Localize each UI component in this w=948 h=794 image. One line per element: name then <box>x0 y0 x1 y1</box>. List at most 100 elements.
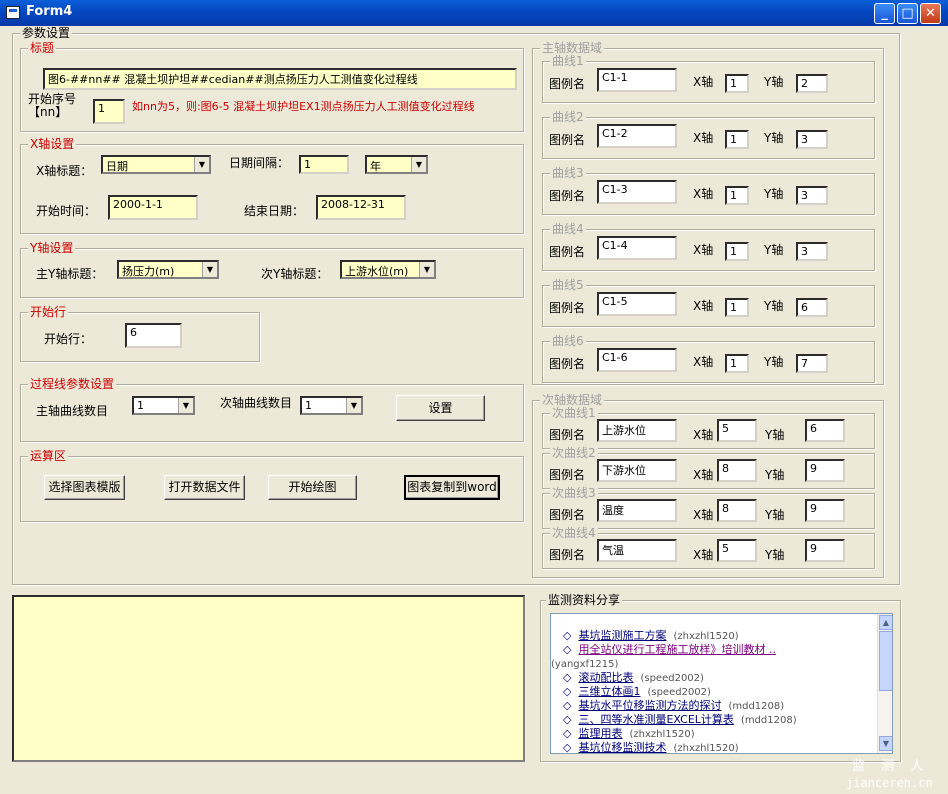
share-group: 监测资料分享 ◇ 基坑监测施工方案 (zhxzhl1520) ◇ 用全站仪进行工程… <box>540 593 901 762</box>
legend-name-input[interactable]: C1-3 <box>597 180 677 204</box>
x-col-input[interactable]: 1 <box>725 298 749 317</box>
y-col-input[interactable]: 3 <box>796 242 828 261</box>
chevron-down-icon[interactable]: ▼ <box>194 157 209 172</box>
x-col-input[interactable]: 1 <box>725 242 749 261</box>
main-y-title-combo[interactable]: 扬压力(m) ▼ <box>117 260 219 279</box>
y-axis-legend: Y轴设置 <box>28 241 76 255</box>
setup-button[interactable]: 设置 <box>396 395 485 421</box>
x-col-label: X轴 <box>693 508 714 522</box>
sub-curve-group: 次曲线4 图例名 气温 X轴 5 Y轴 9 <box>542 526 875 569</box>
maximize-icon[interactable]: □ <box>897 3 918 24</box>
main-axis-legend: 主轴数据域 <box>540 41 605 55</box>
x-col-input[interactable]: 8 <box>717 459 757 482</box>
y-col-label: Y轴 <box>764 131 784 145</box>
sub-curve-legend: 次曲线1 <box>550 406 598 420</box>
minimize-icon[interactable]: _ <box>874 3 895 24</box>
y-col-input[interactable]: 3 <box>796 186 828 205</box>
sub-curve-legend: 次曲线4 <box>550 526 598 540</box>
legend-name-input[interactable]: 气温 <box>597 539 677 562</box>
share-list-item[interactable]: ◇ 用全站仪进行工程施工放样》培训教材 .. (yangxf1215) <box>551 641 776 670</box>
share-item-title[interactable]: 用全站仪进行工程施工放样》培训教材 .. <box>578 643 776 656</box>
compute-group: 运算区 选择图表模版 打开数据文件 开始绘图 图表复制到word <box>20 449 524 522</box>
nn-label: 【nn】 <box>28 105 68 119</box>
date-interval-input[interactable]: 1 <box>299 155 349 174</box>
legend-name-input[interactable]: C1-4 <box>597 236 677 260</box>
x-col-input[interactable]: 1 <box>725 186 749 205</box>
copy-to-word-button[interactable]: 图表复制到word <box>404 475 500 500</box>
x-col-input[interactable]: 1 <box>725 354 749 373</box>
watermark-bottom: jianceren.cn <box>846 776 933 790</box>
x-col-input[interactable]: 5 <box>717 419 757 442</box>
end-date-input[interactable]: 2008-12-31 <box>316 195 406 220</box>
main-curve-count-label: 主轴曲线数目 <box>36 404 109 418</box>
x-col-input[interactable]: 5 <box>717 539 757 562</box>
share-legend: 监测资料分享 <box>546 593 623 607</box>
main-curve-legend: 曲线6 <box>550 334 586 348</box>
legend-name-input[interactable]: C1-6 <box>597 348 677 372</box>
share-scrollbar[interactable]: ▲ ▼ <box>877 614 892 753</box>
sub-y-title-combo[interactable]: 上游水位(m) ▼ <box>340 260 436 279</box>
x-col-input[interactable]: 8 <box>717 499 757 522</box>
legend-name-input[interactable]: 温度 <box>597 499 677 522</box>
sub-curve-group: 次曲线1 图例名 上游水位 X轴 5 Y轴 6 <box>542 406 875 449</box>
x-col-label: X轴 <box>693 468 714 482</box>
y-col-input[interactable]: 2 <box>796 74 828 93</box>
scroll-down-icon[interactable]: ▼ <box>879 736 892 751</box>
output-text-area[interactable] <box>12 595 525 762</box>
x-title-value: 日期 <box>106 160 128 173</box>
share-item-title[interactable]: 基坑位移监测技术 <box>578 741 666 753</box>
start-index-input[interactable]: 1 <box>93 99 125 124</box>
sub-curve-count-value: 1 <box>305 399 312 412</box>
scroll-up-icon[interactable]: ▲ <box>879 615 892 630</box>
share-list-item[interactable]: ◇ 基坑位移监测技术 (zhxzhl1520) <box>563 739 739 753</box>
legend-name-input[interactable]: 下游水位 <box>597 459 677 482</box>
start-date-input[interactable]: 2000-1-1 <box>108 195 198 220</box>
share-list[interactable]: ◇ 基坑监测施工方案 (zhxzhl1520) ◇ 用全站仪进行工程施工放样》培训… <box>550 613 893 754</box>
main-curve-count-combo[interactable]: 1 ▼ <box>132 396 195 415</box>
date-unit-combo[interactable]: 年 ▼ <box>365 155 428 174</box>
y-col-input[interactable]: 3 <box>796 130 828 149</box>
y-col-input[interactable]: 6 <box>796 298 828 317</box>
chevron-down-icon[interactable]: ▼ <box>178 398 193 413</box>
window-title: Form4 <box>26 4 73 19</box>
legend-name-input[interactable]: C1-1 <box>597 68 677 92</box>
start-row-legend: 开始行 <box>28 305 69 319</box>
y-col-input[interactable]: 6 <box>805 419 845 442</box>
sub-curve-group: 次曲线2 图例名 下游水位 X轴 8 Y轴 9 <box>542 446 875 489</box>
title-group: 标题 图6-##nn## 混凝土坝护坦##cedian##测点扬压力人工测值变化… <box>20 41 524 132</box>
open-data-file-button[interactable]: 打开数据文件 <box>164 475 245 500</box>
main-curve-group: 曲线6 图例名 C1-6 X轴 1 Y轴 7 <box>542 334 875 383</box>
legend-name-input[interactable]: C1-2 <box>597 124 677 148</box>
select-template-button[interactable]: 选择图表模版 <box>44 475 125 500</box>
legend-name-input[interactable]: C1-5 <box>597 292 677 316</box>
start-row-input[interactable]: 6 <box>125 323 182 348</box>
chevron-down-icon[interactable]: ▼ <box>202 262 217 277</box>
scroll-thumb[interactable] <box>879 631 892 691</box>
main-y-title-label: 主Y轴标题： <box>36 267 104 281</box>
title-bar[interactable]: Form4 _ □ ✕ <box>0 0 948 26</box>
start-drawing-button[interactable]: 开始绘图 <box>268 475 357 500</box>
y-col-input[interactable]: 9 <box>805 459 845 482</box>
x-col-label: X轴 <box>693 548 714 562</box>
x-axis-group: X轴设置 X轴标题： 日期 ▼ 日期间隔： 1 年 ▼ 开始时间： 2000-1… <box>20 137 524 234</box>
y-col-input[interactable]: 7 <box>796 354 828 373</box>
title-hint: 如nn为5，则:图6-5 混凝土坝护坦EX1测点扬压力人工测值变化过程线 <box>132 100 475 113</box>
y-col-input[interactable]: 9 <box>805 539 845 562</box>
x-col-input[interactable]: 1 <box>725 74 749 93</box>
x-col-input[interactable]: 1 <box>725 130 749 149</box>
y-col-input[interactable]: 9 <box>805 499 845 522</box>
close-icon[interactable]: ✕ <box>920 3 941 24</box>
sub-curve-count-combo[interactable]: 1 ▼ <box>300 396 363 415</box>
y-col-label: Y轴 <box>764 75 784 89</box>
sub-axis-legend: 次轴数据域 <box>540 393 605 407</box>
chevron-down-icon[interactable]: ▼ <box>411 157 426 172</box>
app-icon[interactable] <box>6 6 20 19</box>
chevron-down-icon[interactable]: ▼ <box>346 398 361 413</box>
chart-title-input[interactable]: 图6-##nn## 混凝土坝护坦##cedian##测点扬压力人工测值变化过程线 <box>43 68 517 90</box>
x-col-label: X轴 <box>693 187 714 201</box>
x-title-combo[interactable]: 日期 ▼ <box>101 155 211 174</box>
chevron-down-icon[interactable]: ▼ <box>419 262 434 277</box>
legend-name-input[interactable]: 上游水位 <box>597 419 677 442</box>
x-title-label: X轴标题： <box>36 164 93 178</box>
y-col-label: Y轴 <box>764 243 784 257</box>
